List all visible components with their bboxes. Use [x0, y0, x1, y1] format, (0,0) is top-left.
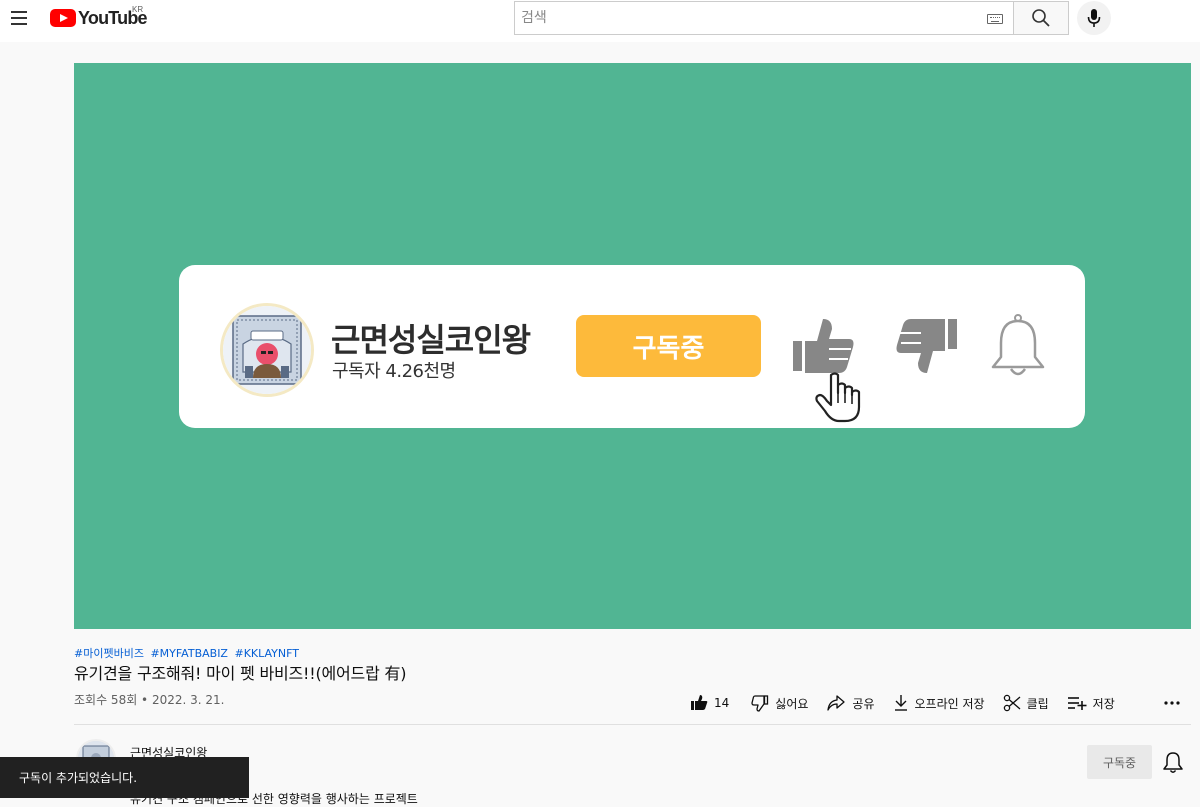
hashtag-link[interactable]: #KKLAYNFT: [234, 647, 299, 660]
hand-cursor-icon: [815, 372, 861, 423]
hashtag-link[interactable]: #MYFATBABIZ: [150, 647, 228, 660]
dislike-label: 싫어요: [775, 696, 809, 711]
more-actions-icon[interactable]: [1162, 695, 1182, 711]
toast-message: 구독이 추가되었습니다.: [19, 771, 138, 785]
promo-channel-name: 근면성실코인왕: [331, 321, 531, 359]
download-label: 오프라인 저장: [914, 696, 985, 711]
video-title: 유기견을 구조해줘! 마이 펫 바비즈!!(에어드랍 有): [74, 664, 407, 683]
search-icon: [1032, 9, 1050, 27]
divider: [74, 724, 1191, 725]
subscribe-promo-card: 근면성실코인왕 구독자 4.26천명 구독중: [179, 265, 1085, 428]
share-button[interactable]: 공유: [826, 694, 875, 712]
channel-avatar: [220, 303, 314, 397]
share-icon: [827, 695, 846, 711]
clip-button[interactable]: 클립: [1003, 694, 1049, 712]
like-count: 14: [714, 696, 730, 710]
dislike-button[interactable]: 싫어요: [751, 694, 808, 712]
hashtags: #마이펫바비즈 #MYFATBABIZ #KKLAYNFT: [74, 645, 302, 661]
clip-label: 클립: [1026, 696, 1049, 711]
subscribe-button[interactable]: 구독중: [1087, 745, 1152, 779]
download-icon: [894, 695, 907, 711]
video-stats: 조회수 58회 • 2022. 3. 21.: [74, 693, 225, 707]
keyboard-icon[interactable]: [987, 14, 1003, 24]
country-code: KR: [132, 5, 144, 14]
share-label: 공유: [852, 696, 875, 711]
thumbs-up-filled-icon: [691, 695, 708, 710]
voice-search-button[interactable]: [1077, 1, 1111, 35]
thumbs-down-outline-icon: [751, 695, 769, 712]
playlist-add-icon: [1067, 697, 1087, 710]
menu-icon[interactable]: [10, 8, 30, 28]
notification-bell-icon[interactable]: [1162, 750, 1184, 774]
toast-notification: 구독이 추가되었습니다.: [0, 757, 249, 798]
search-input[interactable]: [521, 8, 941, 28]
bell-icon[interactable]: [989, 313, 1047, 379]
play-logo-icon: [50, 9, 76, 27]
thumbs-down-icon[interactable]: [895, 317, 959, 375]
hashtag-link[interactable]: #마이펫바비즈: [74, 647, 144, 660]
avatar-illustration: [223, 306, 311, 394]
download-button[interactable]: 오프라인 저장: [893, 694, 985, 712]
masthead: YouTube KR: [0, 0, 1200, 42]
mic-icon: [1087, 9, 1101, 27]
scissors-icon: [1003, 694, 1020, 712]
save-label: 저장: [1092, 696, 1115, 711]
video-player[interactable]: 근면성실코인왕 구독자 4.26천명 구독중: [74, 63, 1191, 629]
search-box: [514, 1, 1014, 35]
promo-subscriber-count: 구독자 4.26천명: [332, 361, 456, 382]
video-actions: 14 싫어요 공유 오프라인 저장 클립 저장: [690, 690, 1115, 716]
save-button[interactable]: 저장: [1067, 695, 1115, 712]
promo-subscribe-button[interactable]: 구독중: [576, 315, 761, 377]
like-button[interactable]: 14: [690, 694, 729, 712]
search-button[interactable]: [1013, 1, 1069, 35]
